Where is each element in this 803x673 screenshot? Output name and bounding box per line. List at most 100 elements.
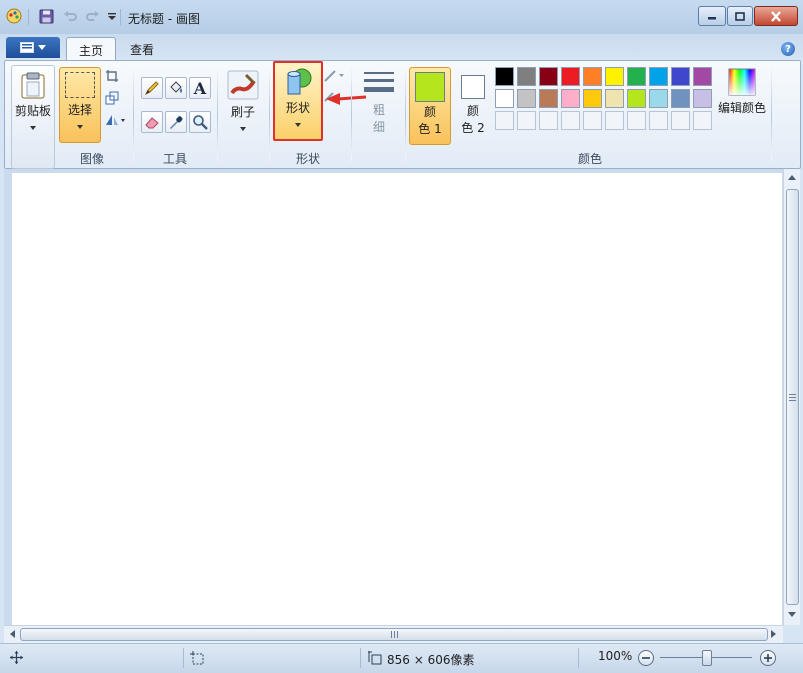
minus-icon: [642, 657, 650, 659]
color2-swatch: [461, 75, 485, 99]
palette-color-swatch[interactable]: [605, 67, 624, 86]
palette-custom-swatch[interactable]: [671, 111, 690, 130]
maximize-button[interactable]: [727, 6, 753, 26]
palette-color-swatch[interactable]: [539, 67, 558, 86]
palette-color-swatch[interactable]: [627, 67, 646, 86]
color1-label-line2: 色 1: [418, 122, 442, 136]
clipboard-button[interactable]: 剪贴板: [11, 65, 55, 169]
scroll-up-icon[interactable]: [788, 174, 796, 180]
tools-group-label: 工具: [162, 152, 187, 166]
palette-color-swatch[interactable]: [649, 67, 668, 86]
paint-menu-button[interactable]: [6, 37, 60, 58]
zoom-in-button[interactable]: [760, 650, 776, 666]
color2-button[interactable]: 颜 色 2: [455, 67, 491, 143]
undo-icon[interactable]: [62, 8, 78, 24]
clipboard-dropdown-icon: [30, 126, 36, 130]
palette-custom-swatch[interactable]: [649, 111, 668, 130]
canvas-dimensions-text: 856 × 606像素: [387, 653, 475, 667]
tab-home[interactable]: 主页: [66, 37, 116, 62]
vertical-scrollbar[interactable]: [783, 169, 800, 625]
horizontal-scroll-thumb[interactable]: [20, 628, 768, 641]
grip-icon: [390, 631, 398, 638]
paint-window: 无标题 - 画图 主页 查看 ? 剪贴板 选择 图像 A 工具 刷子 形状 形状…: [0, 0, 803, 673]
crop-icon[interactable]: [105, 69, 119, 86]
palette-color-swatch[interactable]: [671, 89, 690, 108]
status-separator: [578, 648, 579, 668]
color-picker-icon[interactable]: [165, 111, 187, 133]
palette-custom-swatch[interactable]: [693, 111, 712, 130]
rotate-icon[interactable]: [104, 113, 126, 130]
palette-color-swatch[interactable]: [649, 89, 668, 108]
horizontal-scrollbar[interactable]: [4, 625, 783, 643]
palette-custom-swatch[interactable]: [561, 111, 580, 130]
eraser-icon[interactable]: [141, 111, 163, 133]
size-button[interactable]: 粗 细: [357, 65, 401, 141]
window-title: 无标题 - 画图: [128, 12, 200, 26]
palette-color-swatch[interactable]: [561, 67, 580, 86]
palette-color-swatch[interactable]: [583, 89, 602, 108]
redo-icon[interactable]: [84, 8, 100, 24]
zoom-out-button[interactable]: [638, 650, 654, 666]
color1-label-line1: 颜: [423, 105, 436, 119]
help-icon[interactable]: ?: [781, 42, 795, 56]
ribbon-panel: 剪贴板 选择 图像 A 工具 刷子 形状 形状 粗 细 颜 色 1 颜 色 2 …: [4, 60, 801, 169]
palette-color-swatch[interactable]: [583, 67, 602, 86]
magnifier-icon[interactable]: [189, 111, 211, 133]
palette-color-swatch[interactable]: [495, 67, 514, 86]
palette-custom-swatch[interactable]: [605, 111, 624, 130]
palette-color-swatch[interactable]: [495, 89, 514, 108]
title-separator: [120, 9, 121, 25]
palette-custom-swatch[interactable]: [517, 111, 536, 130]
text-icon[interactable]: A: [189, 77, 211, 99]
save-icon[interactable]: [38, 8, 54, 24]
shapes-button[interactable]: 形状: [273, 61, 323, 141]
ribbon-separator: [133, 67, 134, 161]
palette-custom-swatch[interactable]: [539, 111, 558, 130]
color1-button[interactable]: 颜 色 1: [409, 67, 451, 145]
palette-color-swatch[interactable]: [693, 89, 712, 108]
paint-app-icon[interactable]: [6, 8, 22, 24]
scroll-left-icon[interactable]: [9, 630, 15, 638]
shapes-label: 形状: [285, 101, 310, 115]
brushes-label: 刷子: [230, 105, 255, 119]
palette-custom-swatch[interactable]: [583, 111, 602, 130]
palette-color-swatch[interactable]: [539, 89, 558, 108]
tab-view[interactable]: 查看: [120, 37, 164, 61]
fill-bucket-icon[interactable]: [165, 77, 187, 99]
brushes-button[interactable]: 刷子: [223, 67, 263, 141]
colors-group-label: 颜色: [577, 152, 602, 166]
resize-icon[interactable]: [105, 91, 119, 108]
select-label: 选择: [67, 103, 92, 117]
minimize-button[interactable]: [698, 6, 726, 26]
ribbon-tab-row: 主页 查看 ?: [0, 34, 803, 62]
palette-custom-swatch[interactable]: [495, 111, 514, 130]
drawing-canvas[interactable]: [12, 173, 782, 625]
edit-colors-button[interactable]: 编辑颜色: [715, 65, 769, 125]
palette-color-swatch[interactable]: [561, 89, 580, 108]
status-separator: [360, 648, 361, 668]
palette-color-swatch[interactable]: [517, 67, 536, 86]
vertical-scroll-thumb[interactable]: [786, 189, 799, 605]
palette-custom-swatch[interactable]: [627, 111, 646, 130]
close-button[interactable]: [754, 6, 798, 26]
outline-icon[interactable]: [323, 69, 345, 86]
ribbon-separator: [269, 67, 270, 161]
customize-quick-access-icon[interactable]: [104, 8, 120, 24]
image-group-label: 图像: [79, 152, 104, 166]
ribbon-separator: [217, 67, 218, 161]
pencil-icon[interactable]: [141, 77, 163, 99]
scroll-down-icon[interactable]: [788, 612, 796, 618]
palette-color-swatch[interactable]: [517, 89, 536, 108]
scroll-right-icon[interactable]: [771, 630, 777, 638]
shapes-group-label: 形状: [295, 152, 320, 166]
zoom-slider-thumb[interactable]: [702, 650, 712, 666]
palette-color-swatch[interactable]: [671, 67, 690, 86]
palette-color-swatch[interactable]: [627, 89, 646, 108]
select-dropdown-icon: [77, 125, 83, 129]
palette-color-swatch[interactable]: [693, 67, 712, 86]
palette-color-swatch[interactable]: [605, 89, 624, 108]
brushes-dropdown-icon: [240, 127, 246, 131]
color1-swatch: [415, 72, 445, 102]
quick-access-separator: [28, 9, 29, 25]
select-button[interactable]: 选择: [59, 67, 101, 143]
